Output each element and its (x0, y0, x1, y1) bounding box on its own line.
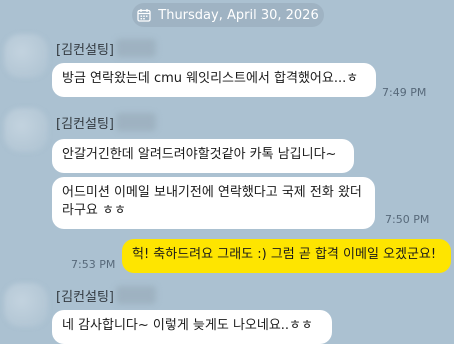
sender-name: [김컨설팅] (56, 38, 156, 58)
blurred-name (115, 39, 156, 57)
message-bubble[interactable]: 안갈거긴한데 알려드려야할것같아 카톡 남깁니다~ (52, 139, 354, 173)
sender-name: [김컨설팅] (56, 112, 156, 132)
message-text: 헉! 축하드려요 그래도 :) 그럼 곧 합격 이메일 오겠군요! (132, 247, 437, 262)
calendar-icon (137, 8, 151, 22)
date-label: Thursday, April 30, 2026 (158, 7, 319, 23)
sender-name-text: [김컨설팅] (56, 289, 114, 305)
message-text-line: 라구요 ㅎㅎ (62, 203, 126, 218)
avatar[interactable] (4, 108, 48, 152)
message-bubble[interactable]: 어드미션 이메일 보내기전에 연락했다고 국제 전화 왔더 라구요 ㅎㅎ (52, 177, 375, 229)
message-bubble[interactable]: 방금 연락왔는데 cmu 웨잇리스트에서 합격했어요...ㅎ (52, 63, 376, 97)
message-time: 7:49 PM (382, 86, 427, 99)
blurred-name (115, 286, 156, 304)
avatar[interactable] (4, 283, 48, 327)
avatar[interactable] (4, 34, 48, 78)
message-time: 7:50 PM (385, 213, 430, 226)
message-text: 네 감사합니다~ 이렇게 늦게도 나오네요..ㅎㅎ (62, 318, 313, 333)
message-text: 방금 연락왔는데 cmu 웨잇리스트에서 합격했어요...ㅎ (62, 71, 359, 86)
date-divider: Thursday, April 30, 2026 (132, 3, 324, 27)
message-text-line: 어드미션 이메일 보내기전에 연락했다고 국제 전화 왔더 (62, 185, 362, 200)
blurred-name (115, 113, 156, 131)
sender-name: [김컨설팅] (56, 285, 156, 305)
message-bubble[interactable]: 네 감사합니다~ 이렇게 늦게도 나오네요..ㅎㅎ (52, 310, 332, 344)
message-time: 7:53 PM (71, 258, 116, 271)
sender-name-text: [김컨설팅] (56, 116, 114, 132)
message-text: 안갈거긴한데 알려드려야할것같아 카톡 남깁니다~ (62, 147, 337, 162)
my-message-bubble[interactable]: 헉! 축하드려요 그래도 :) 그럼 곧 합격 이메일 오겠군요! (122, 239, 451, 273)
sender-name-text: [김컨설팅] (56, 42, 114, 58)
